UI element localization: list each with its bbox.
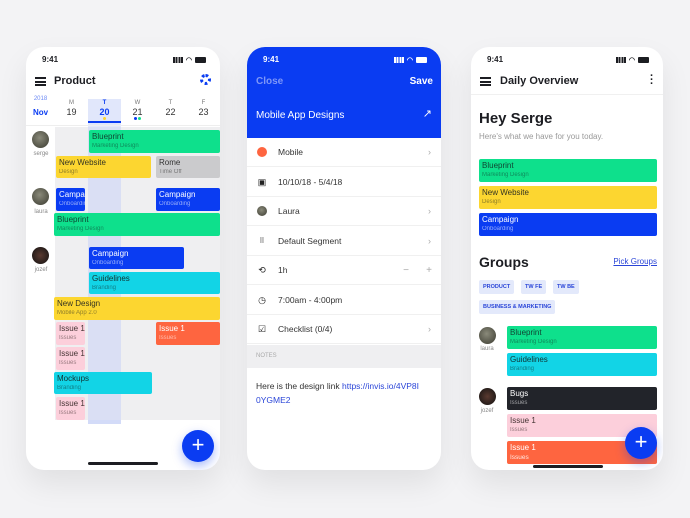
checklist-icon: ☑ <box>257 323 267 334</box>
greeting-subtitle: Here's what we have for you today. <box>479 132 604 141</box>
repeat-icon: ⟲ <box>258 264 266 275</box>
month-label: 2018 Nov <box>26 96 55 120</box>
avatar <box>32 247 49 264</box>
wifi-icon: ◠ <box>185 57 192 64</box>
page-title: Daily Overview <box>500 75 579 87</box>
chevron-right-icon: › <box>428 147 431 157</box>
avatar <box>32 131 49 148</box>
task-card[interactable]: Guidelines Branding <box>507 353 657 376</box>
event-card[interactable]: Issue 1 Issues <box>156 322 220 345</box>
decrement-button[interactable]: − <box>403 265 409 276</box>
event-card[interactable]: Issue 1 Issues <box>56 347 85 370</box>
color-dot-icon <box>257 147 267 157</box>
product-calendar-screen: 9:41 ◠ Product 2018 Nov M 19 T 20 W 21 T 22 F2… <box>26 47 220 470</box>
hamburger-icon[interactable] <box>35 77 46 86</box>
event-title[interactable]: Mobile App Designs <box>256 110 344 121</box>
calendar-icon: ▣ <box>257 176 267 187</box>
avatar <box>32 188 49 205</box>
status-bar: 9:41 ◠ <box>487 55 649 65</box>
event-card[interactable]: CampaignOnboarding <box>156 188 220 211</box>
day-fri[interactable]: F 23 <box>187 100 220 117</box>
grid-icon: ⠿ <box>259 238 265 245</box>
day-wed[interactable]: W 21 <box>121 100 154 117</box>
event-card[interactable]: Guidelines Branding <box>89 272 220 294</box>
home-indicator <box>533 465 603 468</box>
today-card[interactable]: Blueprint Marketing Design <box>479 159 657 182</box>
event-card[interactable]: Rome Time Off <box>156 156 220 178</box>
status-bar: 9:41 ◠ <box>42 55 206 65</box>
selected-day-indicator <box>88 121 121 123</box>
arrow-diagonal-icon[interactable]: ↗ <box>423 107 432 120</box>
event-editor-screen: 9:41 ◠ Close Save Mobile App Designs ↗ Mo… <box>247 47 441 470</box>
chevron-right-icon: › <box>428 236 431 246</box>
notes-header: NOTES <box>247 345 441 368</box>
row-time[interactable]: ◷ 7:00am - 4:00pm <box>247 286 441 315</box>
row-checklist[interactable]: ☑ Checklist (0/4) › <box>247 315 441 344</box>
avatar <box>257 206 267 216</box>
increment-button[interactable]: + <box>426 265 432 276</box>
event-card[interactable]: Blueprint Marketing Design <box>54 213 220 236</box>
row-duration: ⟲ 1h − + <box>247 256 441 285</box>
group-chip[interactable]: TW BE <box>553 280 579 294</box>
battery-icon <box>195 57 206 63</box>
hamburger-icon[interactable] <box>480 77 491 86</box>
event-card[interactable]: Blueprint Marketing Design <box>89 130 220 153</box>
avatar <box>479 327 496 344</box>
chevron-right-icon: › <box>428 324 431 334</box>
event-card[interactable]: New Design Mobile App 2.0 <box>54 297 220 320</box>
clock-icon: ◷ <box>258 294 266 305</box>
task-card[interactable]: Bugs Issues <box>507 387 657 410</box>
close-button[interactable]: Close <box>256 76 283 87</box>
status-time: 9:41 <box>42 55 59 64</box>
event-card[interactable]: New Website Design <box>56 156 151 178</box>
row-dates[interactable]: ▣ 10/10/18 - 5/4/18 <box>247 168 441 197</box>
status-bar: 9:41 ◠ <box>263 55 427 65</box>
avatar <box>479 388 496 405</box>
chevron-right-icon: › <box>428 206 431 216</box>
row-segment[interactable]: ⠿ Default Segment › <box>247 227 441 256</box>
add-event-button[interactable]: + <box>182 430 214 462</box>
day-thu[interactable]: T 22 <box>154 100 187 117</box>
page-title: Product <box>54 75 96 87</box>
add-task-button[interactable]: + <box>625 427 657 459</box>
task-card[interactable]: Blueprint Marketing Design <box>507 326 657 349</box>
greeting: Hey Serge <box>479 110 553 127</box>
gear-icon[interactable] <box>200 74 211 85</box>
group-chip[interactable]: TW FE <box>521 280 547 294</box>
save-button[interactable]: Save <box>410 76 433 87</box>
home-indicator <box>88 462 158 465</box>
month: Nov <box>32 108 49 117</box>
event-card[interactable]: CampaignOnboarding <box>89 247 184 269</box>
pick-groups-link[interactable]: Pick Groups <box>613 257 657 266</box>
event-card[interactable]: Mockups Branding <box>54 372 152 394</box>
today-card[interactable]: Campaign Onboarding <box>479 213 657 236</box>
more-icon[interactable]: · · · <box>650 71 654 90</box>
group-chip[interactable]: PRODUCT <box>479 280 515 294</box>
event-card[interactable]: Issue 1 Issues <box>56 397 85 420</box>
event-card[interactable]: CampaignOnboarding <box>56 188 85 211</box>
row-assignee[interactable]: Laura › <box>247 197 441 226</box>
row-category[interactable]: Mobile › <box>247 138 441 167</box>
today-card[interactable]: New Website Design <box>479 186 657 209</box>
day-tue[interactable]: T 20 <box>88 100 121 117</box>
signal-icon <box>172 57 183 63</box>
event-card[interactable]: Issue 1 Issues <box>56 322 85 345</box>
day-mon[interactable]: M 19 <box>55 100 88 117</box>
notes-text[interactable]: Here is the design link https://invis.io… <box>256 379 421 407</box>
year: 2018 <box>33 96 48 102</box>
groups-title: Groups <box>479 254 529 270</box>
group-chip[interactable]: BUSINESS & MARKETING <box>479 300 556 314</box>
daily-overview-screen: 9:41 ◠ Daily Overview · · · Hey Serge Here'… <box>471 47 663 470</box>
